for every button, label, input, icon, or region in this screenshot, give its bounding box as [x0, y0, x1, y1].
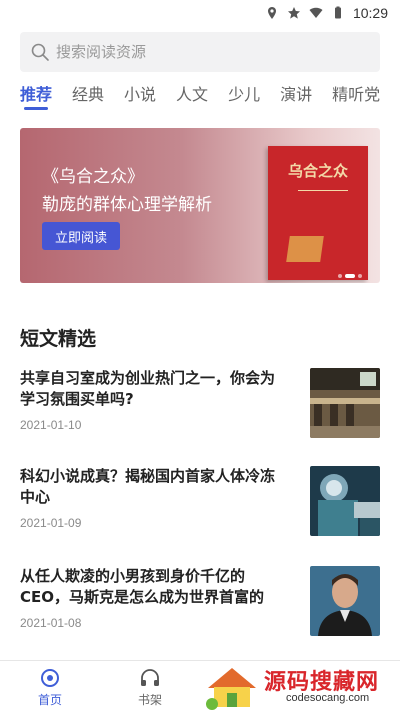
home-icon: [41, 669, 59, 687]
article-thumbnail: [310, 466, 380, 536]
tab-children[interactable]: 少儿: [228, 84, 260, 112]
nav-home[interactable]: 首页: [20, 667, 80, 708]
tab-listening[interactable]: 精听党: [332, 84, 380, 112]
carousel-dot: [358, 274, 362, 278]
lab-image: [310, 466, 380, 536]
featured-banner[interactable]: 《乌合之众》 勒庞的群体心理学解析 立即阅读 乌合之众: [20, 128, 380, 283]
book-cover-divider: [298, 190, 348, 191]
status-bar: 10:29: [0, 0, 400, 26]
status-time: 10:29: [352, 5, 388, 21]
article-date: 2021-01-10: [20, 418, 82, 432]
search-bar[interactable]: [20, 32, 380, 72]
banner-title: 《乌合之众》: [42, 167, 144, 187]
section-title: 短文精选: [20, 328, 97, 350]
article-title: 共享自习室成为创业热门之一，你会为学习氛围买单吗?: [20, 369, 276, 408]
search-input[interactable]: [56, 43, 356, 61]
tab-recommend[interactable]: 推荐: [20, 84, 52, 112]
article-date: 2021-01-09: [20, 516, 82, 530]
article-thumbnail: [310, 566, 380, 636]
banner-subtitle: 勒庞的群体心理学解析: [42, 195, 212, 215]
article-title: 科幻小说成真？揭秘国内首家人体冷冻中心: [20, 467, 276, 506]
tab-novel[interactable]: 小说: [124, 84, 156, 112]
star-icon: [287, 7, 300, 19]
article-item[interactable]: 科幻小说成真？揭秘国内首家人体冷冻中心 2021-01-09: [20, 466, 380, 538]
search-icon: [31, 43, 49, 61]
wifi-icon: [309, 7, 323, 18]
study-room-image: [310, 368, 380, 438]
article-thumbnail: [310, 368, 380, 438]
carousel-dot: [338, 274, 342, 278]
location-icon: [267, 7, 276, 19]
carousel-dot-active: [345, 274, 355, 278]
watermark: 源码搜藏网 codesocang.com: [200, 660, 400, 711]
article-date: 2021-01-08: [20, 616, 82, 630]
tab-classic[interactable]: 经典: [72, 84, 104, 112]
book-cover: 乌合之众: [268, 146, 368, 280]
carousel-indicator: [338, 274, 362, 278]
watermark-url: codesocang.com: [286, 692, 370, 704]
article-item[interactable]: 从任人欺凌的小男孩到身价千亿的CEO，马斯克是怎么成为世界首富的 2021-01…: [20, 566, 380, 638]
category-tabs: 推荐 经典 小说 人文 少儿 演讲 精听党 和: [20, 84, 400, 116]
tab-humanities[interactable]: 人文: [176, 84, 208, 112]
book-cover-title: 乌合之众: [287, 162, 348, 180]
read-now-button[interactable]: 立即阅读: [42, 222, 120, 250]
article-item[interactable]: 共享自习室成为创业热门之一，你会为学习氛围买单吗? 2021-01-10: [20, 368, 380, 440]
nav-bookshelf-label: 书架: [137, 693, 162, 707]
nav-bookshelf[interactable]: 书架: [120, 667, 180, 708]
article-title: 从任人欺凌的小男孩到身价千亿的CEO，马斯克是怎么成为世界首富的: [20, 567, 265, 606]
book-cover-art: [286, 236, 324, 262]
watermark-logo-icon: [206, 668, 256, 710]
tab-speech[interactable]: 演讲: [280, 84, 312, 112]
portrait-image: [310, 566, 380, 636]
battery-icon: [334, 6, 341, 19]
headphones-icon: [141, 669, 159, 686]
nav-home-label: 首页: [37, 693, 62, 707]
